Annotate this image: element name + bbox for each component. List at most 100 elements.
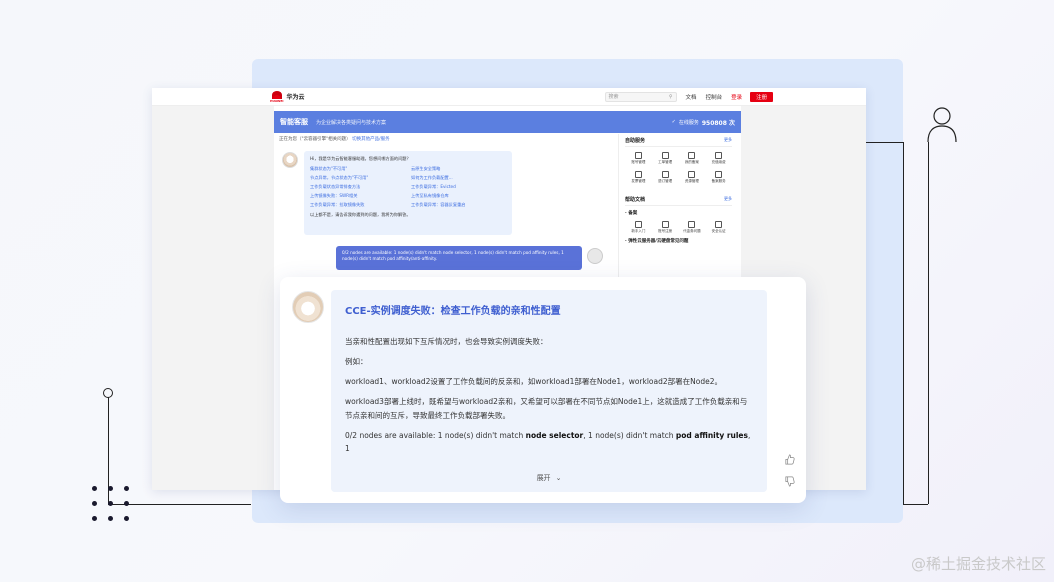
service-label: 账号管理 — [631, 160, 646, 164]
service-item[interactable]: 发票管理 — [625, 171, 652, 184]
check-circle-icon: ✓ — [671, 119, 676, 125]
service-item[interactable]: 账号管理 — [625, 152, 652, 165]
invoice-icon — [634, 171, 642, 178]
deco-line — [903, 504, 928, 505]
switch-product-link[interactable]: 切换其他产品/服务 — [352, 137, 390, 142]
chevron-down-icon: ⌄ — [555, 474, 562, 482]
panel-head-self-service: 自助服务 更多 — [625, 137, 732, 147]
service-item[interactable]: 工单管理 — [652, 152, 679, 165]
notice-text: 正在为您（"云容器引擎"相关问题） — [279, 137, 351, 142]
help-label: 代金券问题 — [683, 229, 701, 233]
expand-label: 展开 — [536, 474, 551, 482]
question-link[interactable]: 集群状态为"不可用" — [310, 166, 405, 172]
panel-title: 帮助文档 — [625, 197, 646, 203]
self-service-grid: 账号管理 工单管理 我的备案 充值续费 发票管理 退订管理 资源管理 备案服务 — [625, 152, 732, 184]
filing-icon — [688, 152, 696, 159]
help-item[interactable]: 账号注册 — [652, 221, 679, 234]
product-notice: 正在为您（"云容器引擎"相关问题） 切换其他产品/服务 — [279, 136, 390, 142]
huawei-logo[interactable]: HUAWEI 华为云 — [270, 90, 305, 103]
top-nav: HUAWEI 华为云 搜索 ⚲ 文档 控制台 登录 注册 — [152, 88, 866, 106]
answer-paragraph: 当亲和性配置出现如下互斥情况时，也会导致实例调度失败： — [345, 337, 548, 346]
help-link[interactable]: · 弹性云服务器/云硬盘常见问题 — [625, 238, 732, 244]
error-highlight: pod affinity rules — [675, 430, 748, 440]
question-link[interactable]: 工作负载异常：Evicted — [411, 184, 506, 190]
help-subtitle: · 备案 — [625, 211, 638, 216]
security-icon — [715, 221, 723, 228]
answer-paragraph: workload3部署上线时，既希望与workload2亲和，又希望可以部署在不… — [345, 397, 748, 420]
search-icon[interactable]: ⚲ — [669, 94, 673, 100]
login-link[interactable]: 登录 — [731, 93, 742, 101]
question-link[interactable]: 节点异常，节点状态为"不可用" — [310, 175, 405, 181]
answer-paragraph: workload1、workload2设置了工作负载间的反亲和，如workloa… — [345, 377, 722, 387]
help-label: 新手入门 — [631, 229, 646, 233]
huawei-flower-icon — [271, 90, 282, 99]
search-input[interactable]: 搜索 ⚲ — [604, 91, 677, 102]
expand-button[interactable]: 展开 ⌄ — [331, 473, 767, 483]
service-item[interactable]: 充值续费 — [705, 152, 732, 165]
deco-line — [928, 142, 929, 504]
chat-header: 智能客服 为企业解决各类疑问与技术方案 ✓ 在线服务 950808 次 — [274, 111, 741, 133]
nav-link-docs[interactable]: 文档 — [686, 93, 697, 101]
thumbs-down-icon[interactable] — [782, 474, 796, 488]
online-count: 950808 次 — [701, 119, 735, 127]
online-stats: ✓ 在线服务 950808 次 — [672, 118, 735, 127]
service-label: 我的备案 — [684, 160, 699, 164]
question-link[interactable]: 工作负载异常：拉取镜像失败 — [310, 202, 405, 208]
account-icon — [634, 152, 642, 159]
nav-link-console[interactable]: 控制台 — [706, 93, 723, 101]
question-link[interactable]: 云原生安全策略 — [411, 166, 506, 172]
service-label: 退订管理 — [658, 179, 673, 183]
service-item[interactable]: 我的备案 — [679, 152, 706, 165]
answer-title: CCE-实例调度失败：检查工作负载的亲和性配置 — [345, 306, 561, 317]
help-item[interactable]: 代金券问题 — [679, 221, 706, 234]
fade-overlay — [331, 452, 767, 492]
chat-subtitle: 为企业解决各类疑问与技术方案 — [316, 119, 387, 126]
service-label: 充值续费 — [711, 160, 726, 164]
ticket-icon — [661, 152, 669, 159]
user-avatar — [587, 248, 603, 264]
service-label: 备案服务 — [711, 179, 726, 183]
user-outline-icon — [927, 107, 957, 143]
question-link[interactable]: 工作负载状态异常排查方法 — [310, 184, 405, 190]
chat-title: 智能客服 — [280, 118, 308, 126]
answer-card: CCE-实例调度失败：检查工作负载的亲和性配置 当亲和性配置出现如下互斥情况时，… — [280, 277, 806, 503]
brand-name: 华为云 — [286, 94, 305, 101]
help-label: 账号注册 — [658, 229, 673, 233]
question-link[interactable]: 上传至私有镜像仓库 — [411, 193, 506, 199]
service-item[interactable]: 备案服务 — [705, 171, 732, 184]
question-link[interactable]: 如何为工作负载配置... — [411, 175, 506, 181]
filing-service-icon — [715, 171, 723, 178]
help-item[interactable]: 新手入门 — [625, 221, 652, 234]
deco-line — [903, 142, 904, 504]
bot-welcome-bubble: Hi，我是华为云智能客服助理。您想问哪方面的问题？ 集群状态为"不可用" 云原生… — [304, 151, 512, 235]
panel-head-help-docs: 帮助文档 更多 — [625, 196, 732, 206]
user-message-bubble: 0/2 nodes are available: 1 node(s) didn'… — [336, 246, 582, 270]
error-highlight: node selector — [525, 430, 584, 440]
error-text: , 1 node(s) didn't match — [583, 430, 676, 440]
service-label: 资源管理 — [684, 179, 699, 183]
help-item[interactable]: 安全认证 — [705, 221, 732, 234]
more-link[interactable]: 更多 — [724, 196, 732, 203]
watermark: @稀土掘金技术社区 — [910, 555, 1046, 573]
search-placeholder: 搜索 — [608, 94, 619, 100]
resource-icon — [688, 171, 696, 178]
thumbs-up-icon[interactable] — [782, 452, 796, 466]
question-grid: 集群状态为"不可用" 云原生安全策略 节点异常，节点状态为"不可用" 如何为工作… — [310, 166, 506, 208]
mail-icon — [688, 221, 696, 228]
bot-avatar — [282, 152, 298, 168]
bot-footer: 以上都不是，请告诉我你遇到的问题，我将为你解答。 — [310, 212, 411, 217]
help-label: 安全认证 — [711, 229, 726, 233]
answer-bubble: CCE-实例调度失败：检查工作负载的亲和性配置 当亲和性配置出现如下互斥情况时，… — [331, 290, 767, 492]
service-item[interactable]: 资源管理 — [679, 171, 706, 184]
register-button[interactable]: 注册 — [750, 91, 774, 102]
deco-circle — [103, 388, 113, 398]
answer-paragraph: 例如： — [345, 357, 368, 367]
question-link[interactable]: 工作负载异常：容器反复重启 — [411, 202, 506, 208]
service-item[interactable]: 退订管理 — [652, 171, 679, 184]
answer-paragraph-error: 0/2 nodes are available: 1 node(s) didn'… — [345, 429, 753, 455]
question-link[interactable]: 上传镜像失败：SWR相关 — [310, 193, 405, 199]
brand-sub: HUAWEI — [270, 98, 284, 103]
bot-intro: Hi，我是华为云智能客服助理。您想问哪方面的问题？ — [310, 156, 411, 161]
edit-icon — [661, 221, 669, 228]
more-link[interactable]: 更多 — [724, 137, 732, 144]
